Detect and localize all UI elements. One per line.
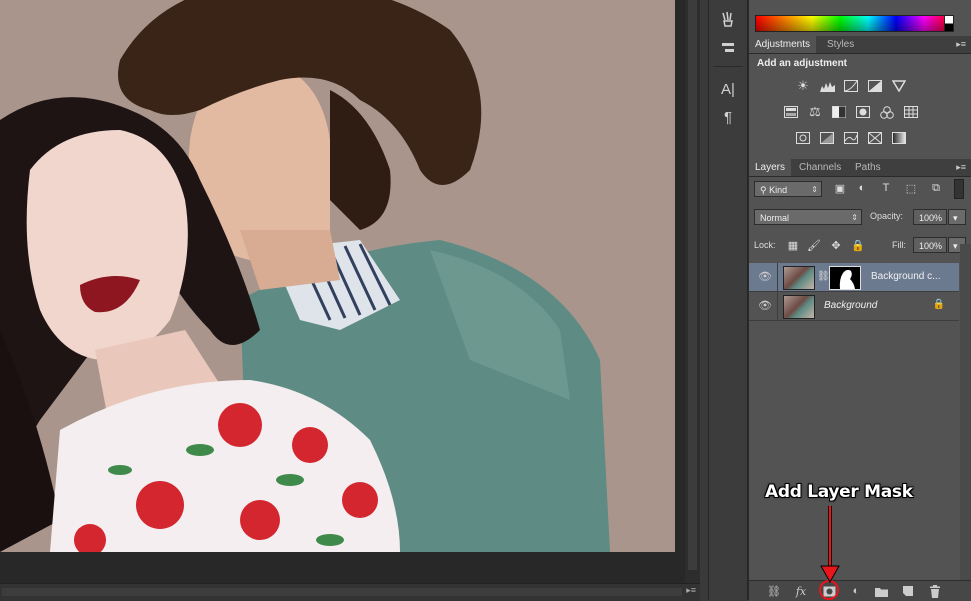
select-arrows-icon: ⇕	[811, 185, 818, 194]
paragraph-panel-icon[interactable]: ¶	[716, 106, 740, 128]
lock-position-icon[interactable]: ✥	[829, 238, 843, 252]
lock-all-icon[interactable]: 🔒	[851, 238, 865, 252]
divider	[713, 66, 743, 67]
hue-saturation-icon[interactable]	[783, 104, 799, 120]
tab-adjustments[interactable]: Adjustments	[749, 36, 817, 53]
color-balance-icon[interactable]: ⚖	[807, 104, 823, 120]
photo-filter-icon[interactable]	[855, 104, 871, 120]
filter-kind-value: Kind	[769, 185, 788, 195]
fill-field[interactable]: 100%	[913, 237, 947, 253]
divider	[777, 292, 778, 320]
tab-styles[interactable]: Styles	[821, 36, 860, 53]
tab-paths[interactable]: Paths	[849, 159, 887, 176]
gradient-map-icon[interactable]	[891, 130, 907, 146]
brush-preset-icon[interactable]	[716, 8, 740, 30]
panel-menu-icon[interactable]: ▸≡	[956, 36, 966, 53]
add-layer-mask-callout: Add Layer Mask	[765, 482, 913, 502]
shape-filter-icon[interactable]: ⬚	[904, 181, 918, 195]
panel-menu-icon[interactable]: ▸≡	[956, 159, 966, 176]
adjustment-filter-icon[interactable]: ◐	[855, 181, 869, 195]
scroll-thumb[interactable]	[2, 588, 682, 596]
link-layers-icon[interactable]: ⛓	[766, 583, 782, 599]
panel-menu-icon[interactable]: ▸≡	[686, 585, 696, 596]
adjustments-panel: Adjustments Styles ▸≡ Add an adjustment …	[749, 36, 971, 156]
color-lookup-icon[interactable]	[903, 104, 919, 120]
callout-arrow-icon	[820, 506, 840, 584]
filter-kind-select[interactable]: ⚲ Kind ⇕	[754, 181, 822, 197]
vibrance-icon[interactable]	[891, 78, 907, 94]
eye-visibility-icon[interactable]: 👁	[758, 270, 772, 283]
layer-name[interactable]: Background	[824, 292, 877, 320]
layers-scrollbar[interactable]	[960, 244, 971, 584]
eye-visibility-icon[interactable]: 👁	[758, 299, 772, 312]
opacity-dropdown[interactable]: ▾	[948, 209, 966, 225]
fill-label: Fill:	[892, 240, 906, 250]
opacity-value: 100%	[919, 213, 943, 223]
delete-layer-icon[interactable]	[927, 583, 943, 599]
layer-thumbnail[interactable]	[783, 295, 815, 319]
pixel-filter-icon[interactable]: ▣	[833, 181, 847, 195]
document-canvas[interactable]: ▸≡	[0, 0, 700, 601]
new-adjustment-layer-icon[interactable]: ◐	[848, 583, 864, 599]
lock-transparent-pixels-icon[interactable]: ▦	[786, 238, 800, 252]
layer-thumbnail[interactable]	[783, 266, 815, 290]
lock-label: Lock:	[754, 240, 776, 250]
character-panel-icon[interactable]: A|	[716, 78, 740, 100]
color-spectrum[interactable]	[755, 15, 953, 32]
tool-strip: A| ¶	[708, 0, 748, 600]
lock-image-pixels-icon[interactable]: 🖌	[807, 238, 821, 252]
curves-icon[interactable]	[843, 78, 859, 94]
opacity-label: Opacity:	[870, 211, 904, 221]
exposure-icon[interactable]	[867, 78, 883, 94]
black-white-icon[interactable]	[831, 104, 847, 120]
levels-icon[interactable]	[819, 78, 835, 94]
horizontal-scrollbar[interactable]: ▸≡	[0, 583, 700, 601]
type-filter-icon[interactable]: T	[879, 181, 893, 195]
layer-name[interactable]: Background c...	[871, 263, 940, 291]
adjustments-heading: Add an adjustment	[757, 58, 848, 69]
new-group-icon[interactable]	[873, 583, 889, 599]
layer-row-background[interactable]: 👁 Background 🔒	[749, 292, 959, 321]
select-arrows-icon: ⇕	[851, 213, 858, 222]
vertical-scrollbar[interactable]	[685, 0, 700, 583]
selective-color-icon[interactable]	[867, 130, 883, 146]
black-white-swatch[interactable]	[944, 15, 954, 32]
tab-channels[interactable]: Channels	[793, 159, 847, 176]
threshold-icon[interactable]	[843, 130, 859, 146]
layer-mask-thumbnail[interactable]	[829, 266, 861, 290]
couple-photo	[0, 0, 675, 552]
blend-mode-value: Normal	[760, 213, 790, 223]
brightness-contrast-icon[interactable]: ☀	[795, 78, 811, 94]
search-icon: ⚲	[760, 185, 770, 195]
mask-link-icon[interactable]: ⛓	[817, 271, 830, 282]
posterize-icon[interactable]	[819, 130, 835, 146]
fill-value: 100%	[919, 241, 943, 251]
layers-footer: ⛓ fx ◐	[749, 580, 971, 601]
clone-source-icon[interactable]	[716, 36, 740, 58]
channel-mixer-icon[interactable]	[879, 104, 895, 120]
fx-icon[interactable]: fx	[793, 583, 809, 599]
tab-layers[interactable]: Layers	[749, 159, 792, 176]
adjustments-tabbar: Adjustments Styles ▸≡	[749, 36, 971, 54]
fx-label: fx	[795, 584, 807, 598]
layers-tabbar: Layers Channels Paths ▸≡	[749, 159, 971, 177]
divider	[777, 263, 778, 291]
scroll-thumb[interactable]	[688, 0, 697, 570]
layers-panel: Layers Channels Paths ▸≡ ⚲ Kind ⇕ ▣ ◐ T …	[749, 159, 971, 601]
right-panels: Adjustments Styles ▸≡ Add an adjustment …	[748, 0, 971, 601]
smart-object-filter-icon[interactable]: ⧉	[929, 181, 943, 195]
color-panel	[749, 0, 971, 34]
opacity-field[interactable]: 100%	[913, 209, 947, 225]
new-layer-icon[interactable]	[900, 583, 916, 599]
filter-toggle-switch[interactable]	[954, 179, 964, 199]
blend-mode-select[interactable]: Normal ⇕	[754, 209, 862, 225]
layer-row-background-copy[interactable]: 👁 ⛓ Background c...	[749, 263, 959, 292]
invert-icon[interactable]	[795, 130, 811, 146]
lock-icon: 🔒	[932, 299, 945, 310]
photo-canvas[interactable]	[0, 0, 675, 552]
